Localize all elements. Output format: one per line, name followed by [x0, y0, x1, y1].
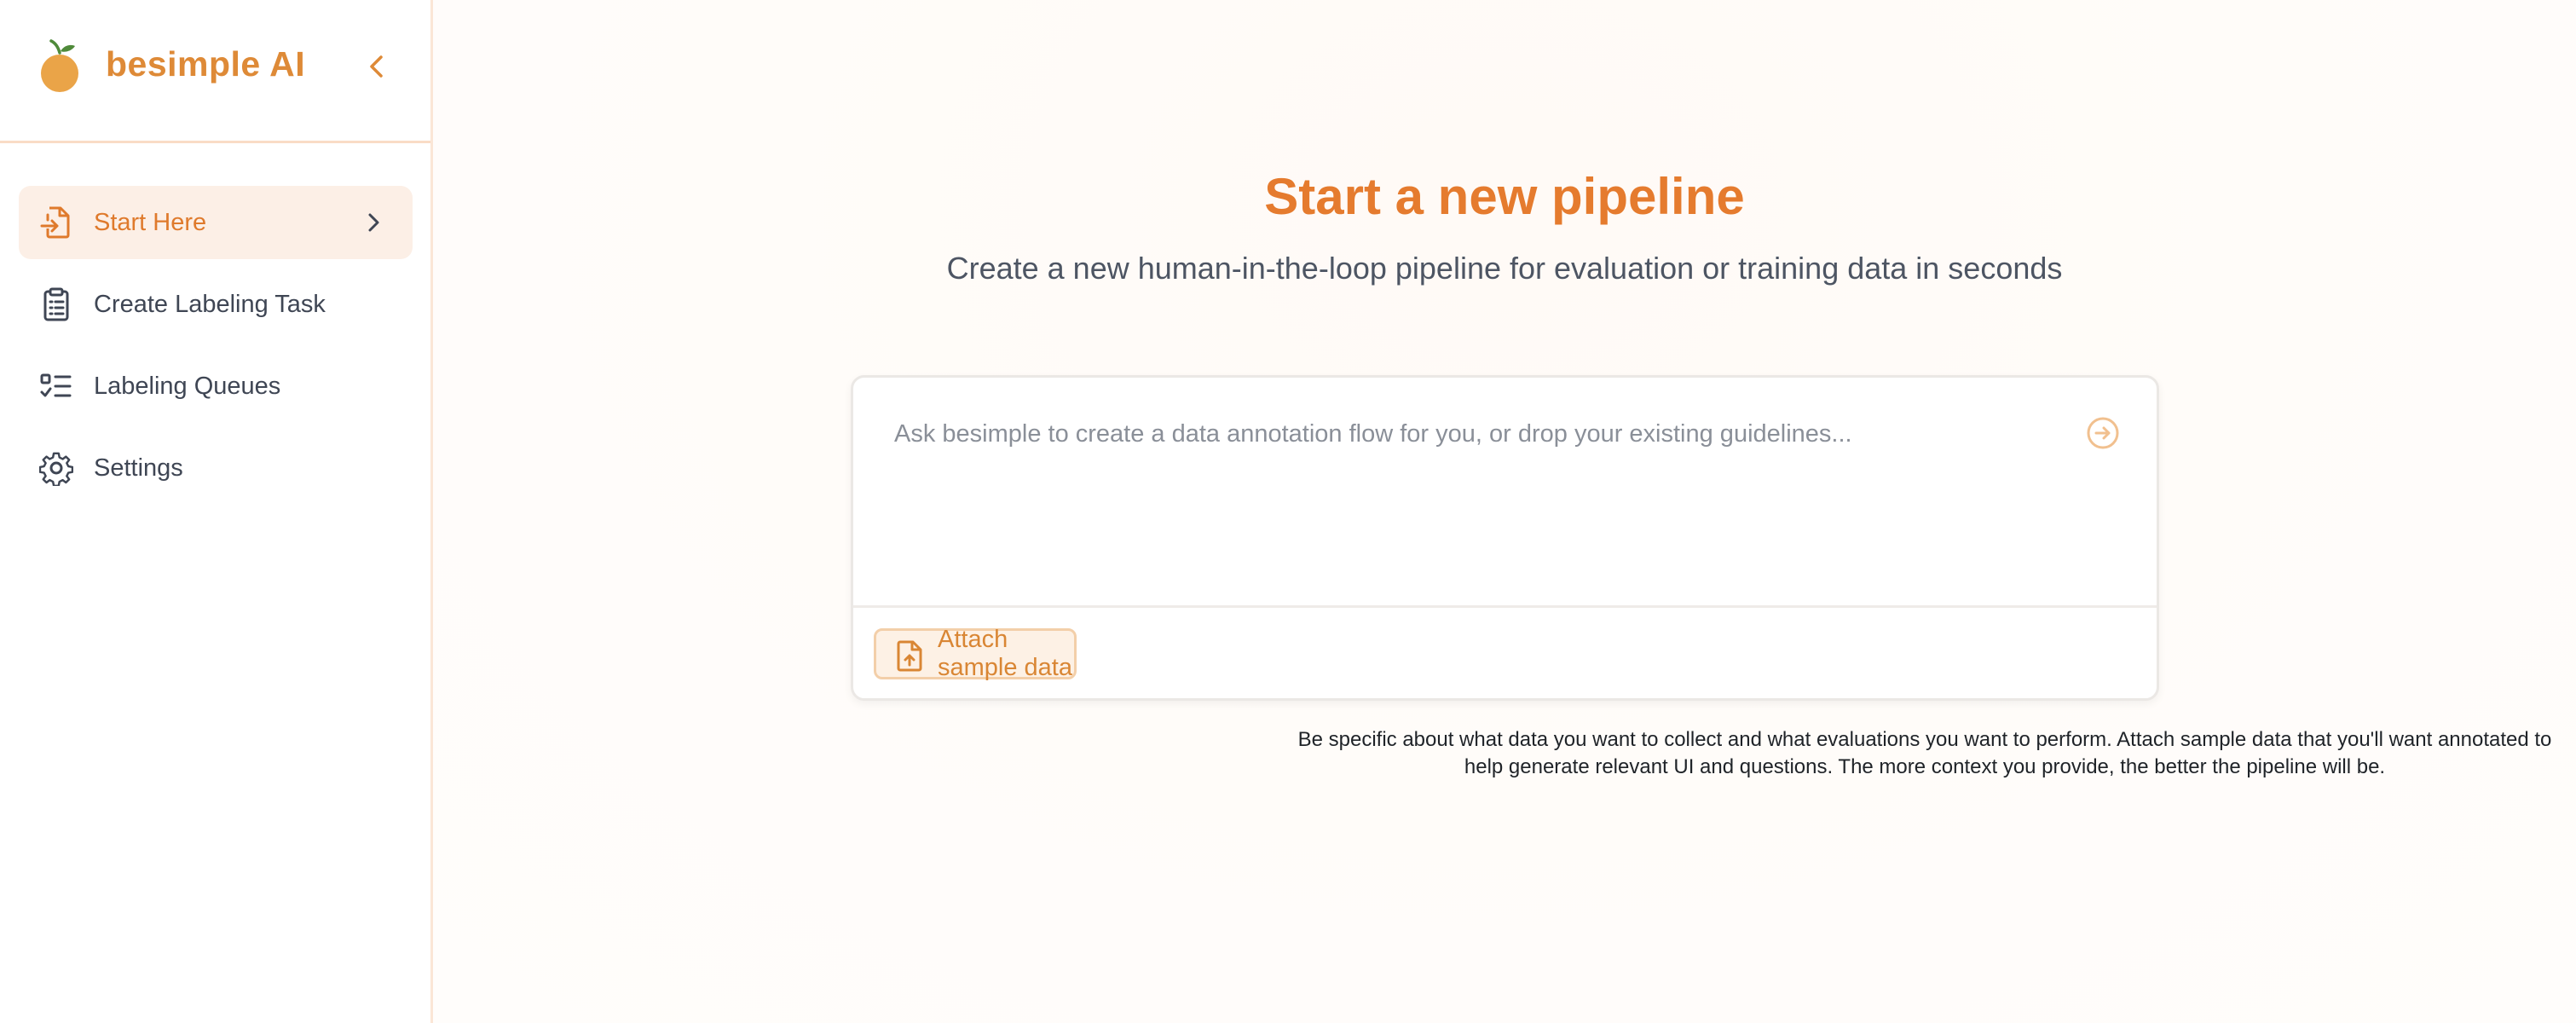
prompt-hint-text: Be specific about what data you want to … [1297, 728, 2552, 778]
sidebar-item-settings[interactable]: Settings [19, 431, 413, 505]
sidebar-item-labeling-queues[interactable]: Labeling Queues [19, 350, 413, 423]
brand-name: besimple AI [106, 44, 306, 84]
page-subtitle: Create a new human-in-the-loop pipeline … [946, 251, 2063, 286]
sidebar: besimple AI Start Here Create Labeling T… [0, 0, 433, 1023]
main-content: Start a new pipeline Create a new human-… [433, 0, 2576, 1023]
sidebar-item-start-here[interactable]: Start Here [19, 186, 413, 259]
sidebar-item-create-labeling-task[interactable]: Create Labeling Task [19, 268, 413, 341]
chevron-right-icon [363, 210, 384, 235]
app-root: besimple AI Start Here Create Labeling T… [0, 0, 2576, 1023]
sidebar-item-label: Settings [94, 454, 183, 482]
page-title: Start a new pipeline [1264, 168, 1745, 225]
arrow-right-circle-icon [2087, 417, 2119, 449]
brand-header: besimple AI [0, 0, 430, 143]
chevron-left-icon [367, 53, 387, 84]
prompt-card: Attach sample data [851, 375, 2159, 701]
collapse-sidebar-button[interactable] [361, 49, 392, 87]
sidebar-nav: Start Here Create Labeling Task Labeling… [19, 186, 413, 513]
attach-sample-data-button[interactable]: Attach sample data [874, 626, 1077, 681]
sidebar-item-label: Labeling Queues [94, 372, 281, 400]
sidebar-item-label: Create Labeling Task [94, 290, 326, 318]
file-upload-icon [895, 639, 924, 672]
orange-logo-icon [38, 38, 82, 94]
sidebar-item-label: Start Here [94, 208, 207, 236]
attach-sample-data-label: Attach sample data [938, 626, 1072, 681]
clipboard-list-icon [39, 286, 73, 322]
pipeline-prompt-input[interactable] [892, 419, 2055, 558]
file-import-icon [39, 205, 73, 240]
card-divider [853, 605, 2157, 608]
list-checks-icon [39, 368, 73, 404]
send-button[interactable] [2085, 415, 2121, 451]
gear-icon [38, 450, 74, 488]
